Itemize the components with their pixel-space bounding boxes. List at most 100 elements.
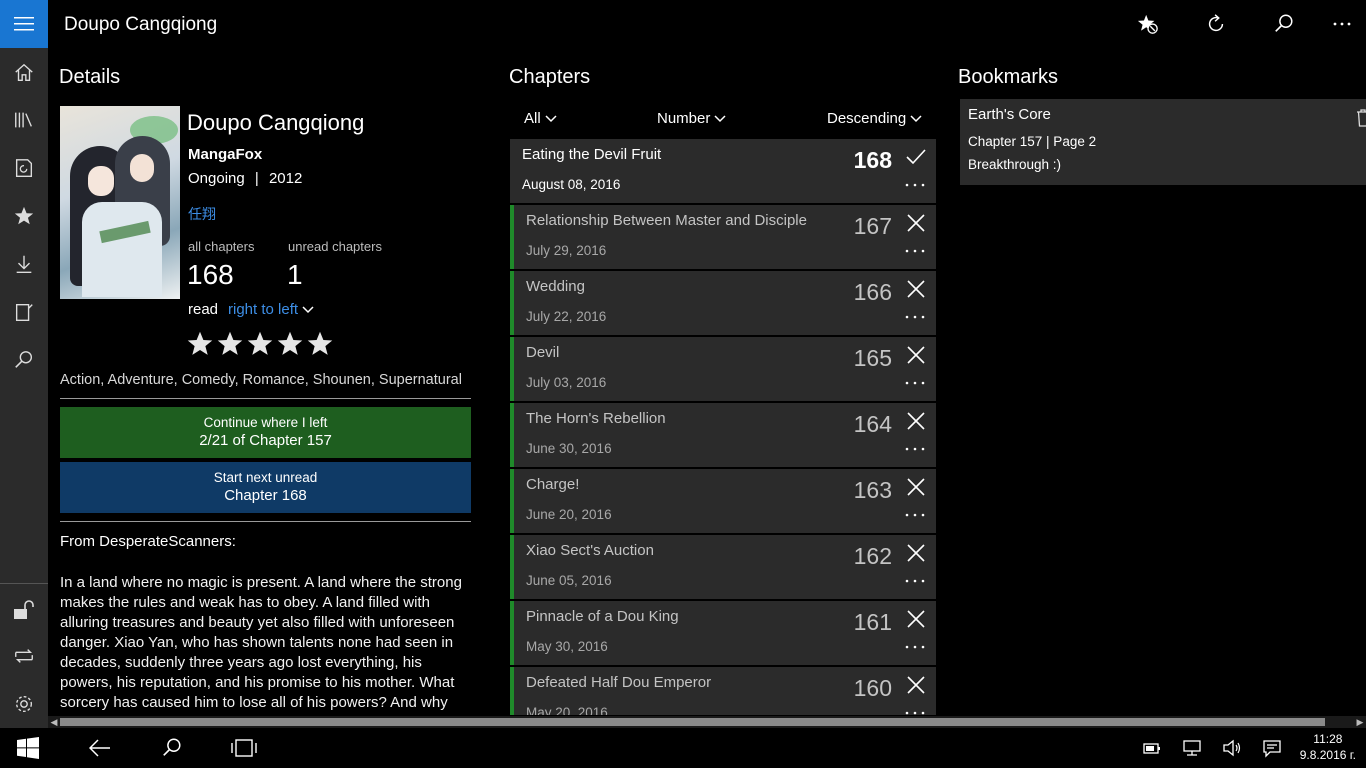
network-icon[interactable] [1182, 738, 1202, 758]
close-icon[interactable] [906, 411, 926, 431]
details-heading: Details [59, 66, 121, 88]
back-arrow-icon [89, 739, 110, 757]
next-unread-chapter: Chapter 168 [224, 487, 307, 504]
more-icon[interactable] [904, 445, 926, 453]
taskbar: 11:28 9.8.2016 г. [0, 728, 1366, 768]
manga-title: Doupo Cangqiong [187, 110, 365, 135]
downloads-icon [16, 255, 32, 273]
nav-settings[interactable] [0, 680, 48, 728]
chapter-list[interactable]: Eating the Devil Fruit August 08, 2016 1… [510, 139, 936, 715]
more-icon[interactable] [904, 247, 926, 255]
close-icon[interactable] [906, 213, 926, 233]
next-unread-label: Start next unread [213, 470, 318, 485]
star-icon[interactable] [186, 330, 214, 358]
star-icon[interactable] [306, 330, 334, 358]
scrollbar-thumb[interactable] [60, 718, 1325, 726]
volume-icon[interactable] [1222, 738, 1242, 758]
nav-search[interactable] [0, 336, 48, 384]
nav-sources[interactable] [0, 288, 48, 336]
read-direction-dropdown[interactable]: right to left [228, 301, 314, 318]
star-icon[interactable] [216, 330, 244, 358]
more-icon[interactable] [904, 709, 926, 715]
chapter-row[interactable]: Devil July 03, 2016 165 [510, 337, 936, 401]
cover-image [60, 106, 180, 299]
read-label: read [188, 301, 219, 318]
close-icon[interactable] [906, 345, 926, 365]
close-icon[interactable] [906, 543, 926, 563]
chapter-title: Wedding [526, 278, 585, 295]
divider [60, 521, 471, 522]
chapter-title: Pinnacle of a Dou King [526, 608, 679, 625]
start-next-unread-button[interactable]: Start next unread Chapter 168 [60, 462, 471, 513]
chapter-row[interactable]: Eating the Devil Fruit August 08, 2016 1… [510, 139, 936, 203]
author-link[interactable]: 任翔 [188, 204, 216, 224]
refresh-button[interactable] [1196, 8, 1236, 40]
start-button[interactable] [4, 728, 52, 768]
horizontal-scrollbar[interactable]: ◀ ▶ [48, 716, 1366, 728]
chapter-sort-dropdown[interactable]: Number [657, 110, 726, 127]
bookmark-item[interactable]: Earth's Core Chapter 157 | Page 2 Breakt… [960, 99, 1366, 185]
app-title: Doupo Cangqiong [64, 14, 218, 35]
clock-date: 9.8.2016 г. [1299, 748, 1356, 762]
battery-icon[interactable] [1142, 738, 1162, 758]
nav-home[interactable] [0, 49, 48, 97]
chapter-row[interactable]: The Horn's Rebellion June 30, 2016 164 [510, 403, 936, 467]
taskbar-search-button[interactable] [148, 728, 196, 768]
chapter-row[interactable]: Wedding July 22, 2016 166 [510, 271, 936, 335]
checkmark-icon[interactable] [906, 147, 926, 167]
chapter-row[interactable]: Xiao Sect's Auction June 05, 2016 162 [510, 535, 936, 599]
continue-reading-button[interactable]: Continue where I left 2/21 of Chapter 15… [60, 407, 471, 458]
chapter-number: 166 [853, 279, 892, 305]
app-window: Doupo Cangqiong Details Chapters Bookmar… [0, 0, 1366, 768]
year-text: 2012 [268, 170, 303, 187]
nav-rotate[interactable] [0, 632, 48, 680]
hamburger-menu-button[interactable] [0, 0, 48, 48]
more-icon[interactable] [904, 181, 926, 189]
more-icon[interactable] [904, 511, 926, 519]
close-icon[interactable] [906, 279, 926, 299]
system-clock[interactable]: 11:28 9.8.2016 г. [1300, 731, 1356, 763]
chapter-title: Xiao Sect's Auction [526, 542, 654, 559]
chapter-row[interactable]: Defeated Half Dou Emperor May 20, 2016 1… [510, 667, 936, 715]
close-icon[interactable] [906, 477, 926, 497]
chevron-down-icon [545, 114, 557, 122]
chapter-row[interactable]: Relationship Between Master and Disciple… [510, 205, 936, 269]
back-button[interactable] [76, 728, 124, 768]
chapter-date: July 03, 2016 [526, 375, 607, 390]
action-center-icon[interactable] [1262, 738, 1282, 758]
more-button[interactable] [1322, 8, 1362, 40]
scroll-left-icon[interactable]: ◀ [48, 716, 60, 728]
chapter-row[interactable]: Charge! June 20, 2016 163 [510, 469, 936, 533]
more-icon[interactable] [904, 577, 926, 585]
nav-library[interactable] [0, 96, 48, 144]
unfavorite-button[interactable] [1128, 8, 1168, 40]
source-name: MangaFox [188, 146, 263, 163]
nav-downloads[interactable] [0, 240, 48, 288]
scroll-right-icon[interactable]: ▶ [1354, 716, 1366, 728]
nav-lock[interactable] [0, 586, 48, 634]
refresh-icon [1208, 14, 1224, 32]
chevron-down-icon [714, 114, 726, 122]
more-icon[interactable] [904, 313, 926, 321]
nav-favorites[interactable] [0, 192, 48, 240]
more-icon[interactable] [904, 643, 926, 651]
chapter-date: July 29, 2016 [526, 243, 607, 258]
chapter-title: The Horn's Rebellion [526, 410, 666, 427]
more-icon[interactable] [904, 379, 926, 387]
bookmark-note: Breakthrough :) [968, 157, 1062, 172]
close-icon[interactable] [906, 609, 926, 629]
windows-logo-icon [17, 737, 39, 759]
search-button[interactable] [1264, 8, 1304, 40]
genres-text: Action, Adventure, Comedy, Romance, Shou… [60, 372, 462, 388]
bookmarks-heading: Bookmarks [958, 66, 1059, 88]
chapter-row[interactable]: Pinnacle of a Dou King May 30, 2016 161 [510, 601, 936, 665]
chapter-filter-dropdown[interactable]: All [524, 110, 557, 127]
chapter-order-dropdown[interactable]: Descending [827, 110, 922, 127]
rating-stars[interactable] [186, 330, 334, 358]
delete-icon[interactable] [1356, 109, 1366, 127]
star-icon[interactable] [246, 330, 274, 358]
nav-updates[interactable] [0, 144, 48, 192]
star-icon[interactable] [276, 330, 304, 358]
close-icon[interactable] [906, 675, 926, 695]
task-view-button[interactable] [220, 728, 268, 768]
